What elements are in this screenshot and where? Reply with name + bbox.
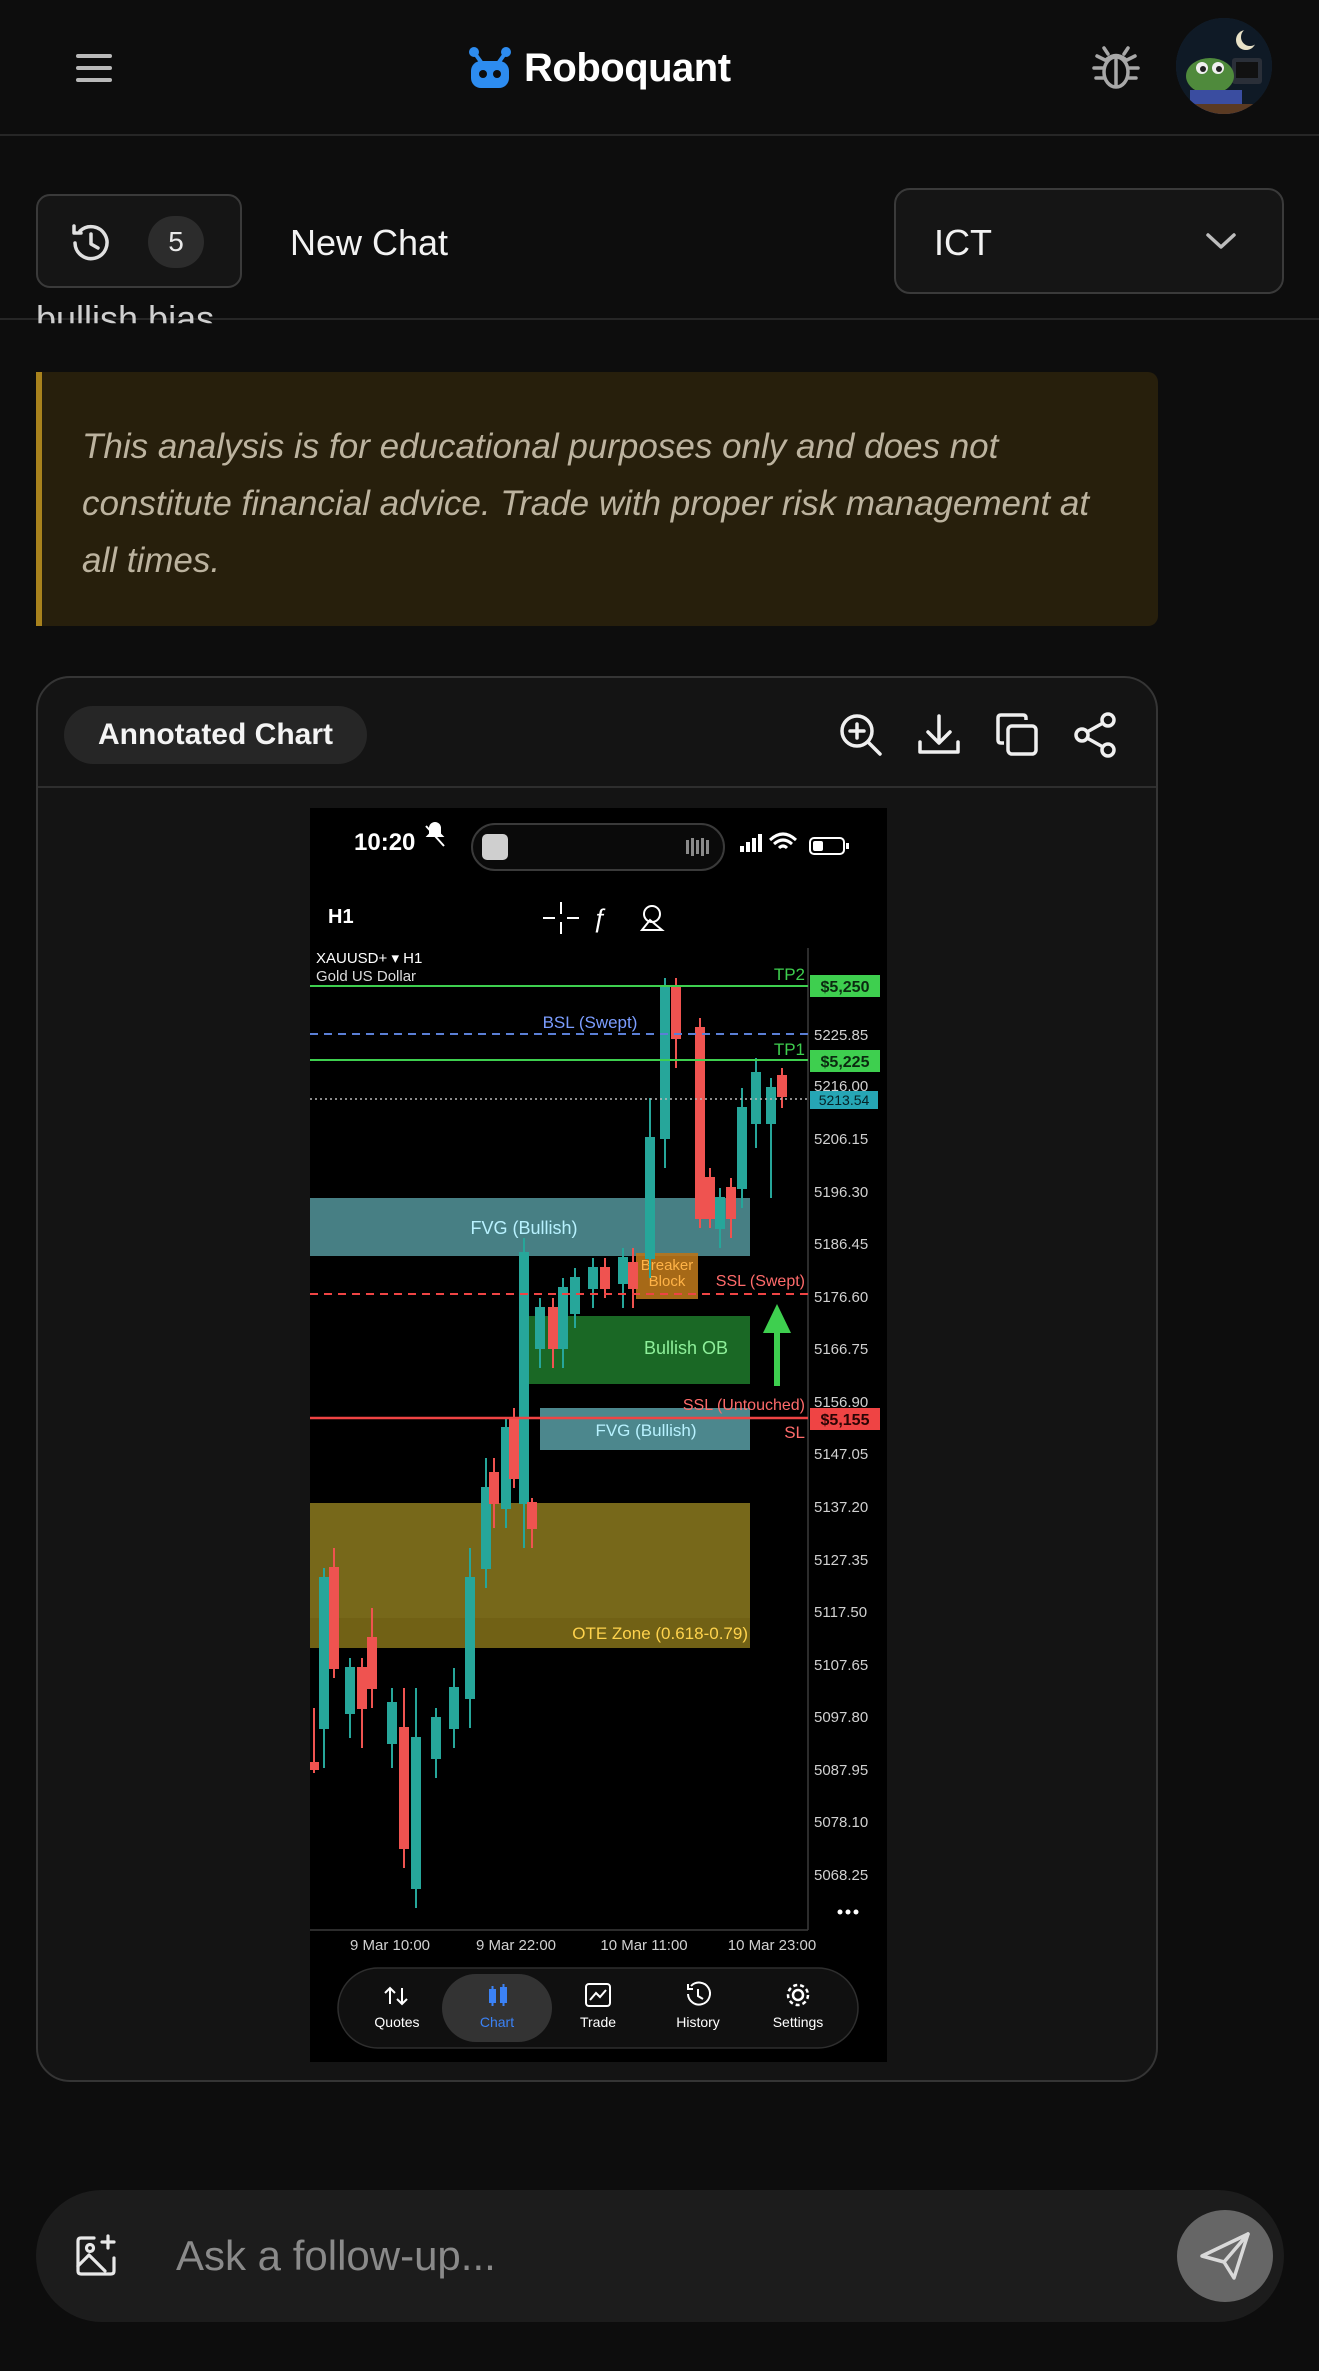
send-button[interactable]: [1176, 2200, 1274, 2312]
bottom-nav: [337, 1967, 859, 2049]
svg-text:$5,250: $5,250: [821, 979, 870, 996]
card-header: Annotated Chart: [38, 678, 1156, 788]
bullish-ob-label: Bullish OB: [644, 1338, 728, 1358]
nav-history: History: [676, 2014, 720, 2030]
share-icon[interactable]: [1070, 710, 1120, 760]
time-axis: 9 Mar 10:00 9 Mar 22:00 10 Mar 11:00 10 …: [350, 1937, 816, 1954]
svg-text:5068.25: 5068.25: [814, 1867, 868, 1884]
annotated-chart-image[interactable]: 10:20 H1 ƒ XAUUSD+ ▾ H1 Gold US Dollar O: [310, 808, 887, 2062]
message-text-clipped: bullish bias.: [36, 298, 225, 339]
bug-icon[interactable]: [1088, 40, 1144, 96]
svg-text:5078.10: 5078.10: [814, 1814, 868, 1831]
svg-text:10 Mar 11:00: 10 Mar 11:00: [600, 1937, 687, 1954]
bullish-arrow-icon: [763, 1304, 791, 1386]
sl-label: SL: [784, 1423, 805, 1442]
svg-text:9 Mar 10:00: 9 Mar 10:00: [350, 1937, 430, 1954]
ssl-untouched-label: SSL (Untouched): [683, 1397, 805, 1414]
app-header: Roboquant: [0, 0, 1319, 136]
tp2-label: TP2: [774, 965, 805, 984]
nav-active-pill: [442, 1974, 552, 2042]
svg-text:5213.54: 5213.54: [819, 1092, 870, 1108]
brand-name: Roboquant: [524, 45, 731, 90]
svg-text:9 Mar 22:00: 9 Mar 22:00: [476, 1937, 556, 1954]
svg-text:5206.15: 5206.15: [814, 1131, 868, 1148]
symbol-label: XAUUSD+ ▾ H1: [316, 950, 422, 967]
nav-chart: Chart: [480, 2014, 514, 2030]
user-avatar[interactable]: [1176, 18, 1272, 114]
chat-title: New Chat: [290, 222, 449, 263]
wifi-icon: [768, 832, 798, 850]
chevron-down-icon: [1206, 233, 1236, 249]
nav-trade: Trade: [580, 2014, 616, 2030]
svg-text:5137.20: 5137.20: [814, 1499, 868, 1516]
tp1-label: TP1: [774, 1040, 805, 1059]
svg-text:5196.30: 5196.30: [814, 1184, 868, 1201]
bell-off-icon: [425, 822, 445, 847]
card-title: Annotated Chart: [64, 706, 367, 764]
add-image-icon[interactable]: [72, 2232, 120, 2280]
symbol-name: Gold US Dollar: [316, 968, 416, 985]
ote-zone-label: OTE Zone (0.618-0.79): [572, 1624, 748, 1643]
chat-header: 5 New Chat ICT: [0, 136, 1319, 320]
svg-text:5087.95: 5087.95: [814, 1762, 868, 1779]
more-icon: [837, 1909, 859, 1915]
svg-text:5186.45: 5186.45: [814, 1236, 868, 1253]
indicator-icon: ƒ: [592, 903, 606, 933]
svg-text:$5,155: $5,155: [821, 1412, 870, 1429]
svg-text:10 Mar 23:00: 10 Mar 23:00: [728, 1937, 816, 1954]
copy-icon[interactable]: [992, 710, 1042, 760]
svg-text:5107.65: 5107.65: [814, 1657, 868, 1674]
robot-logo-icon: [469, 47, 511, 88]
nav-settings: Settings: [773, 2014, 824, 2030]
history-icon: [72, 224, 109, 261]
fvg-zone-bottom-label: FVG (Bullish): [595, 1421, 696, 1440]
nav-quotes: Quotes: [374, 2014, 419, 2030]
objects-icon: [639, 905, 665, 931]
signal-icon: [740, 834, 762, 852]
fvg-zone-top-label: FVG (Bullish): [470, 1218, 577, 1238]
brand[interactable]: Roboquant: [466, 36, 731, 100]
download-icon[interactable]: [914, 710, 964, 760]
chat-history-button[interactable]: 5: [36, 194, 242, 288]
menu-icon[interactable]: [72, 48, 120, 88]
zoom-in-icon[interactable]: [836, 710, 886, 760]
disclaimer-text: This analysis is for educational purpose…: [82, 427, 1090, 580]
history-count-badge: 5: [148, 216, 204, 268]
strategy-select[interactable]: ICT: [894, 188, 1284, 294]
follow-up-input[interactable]: Ask a follow-up...: [176, 2232, 496, 2280]
annotated-chart-card: Annotated Chart 10:20 H1 ƒ XAUUSD+ ▾ H1 …: [36, 676, 1158, 2082]
svg-text:5127.35: 5127.35: [814, 1552, 868, 1569]
timeframe-label: H1: [328, 906, 354, 928]
svg-text:$5,225: $5,225: [821, 1054, 870, 1071]
composer: Ask a follow-up...: [36, 2190, 1284, 2322]
crosshair-icon: [543, 902, 579, 934]
price-axis: 5225.85 5216.00 5206.15 5196.30 5186.45 …: [814, 1027, 868, 1884]
svg-text:5147.05: 5147.05: [814, 1446, 868, 1463]
disclaimer-callout: This analysis is for educational purpose…: [36, 372, 1158, 626]
svg-text:5097.80: 5097.80: [814, 1709, 868, 1726]
strategy-select-value: ICT: [934, 222, 992, 263]
svg-text:5176.60: 5176.60: [814, 1289, 868, 1306]
ssl-swept-label: SSL (Swept): [716, 1273, 805, 1290]
bsl-label: BSL (Swept): [543, 1013, 638, 1032]
svg-text:5166.75: 5166.75: [814, 1341, 868, 1358]
svg-text:5117.50: 5117.50: [814, 1604, 867, 1621]
status-time: 10:20: [354, 829, 415, 856]
svg-text:5225.85: 5225.85: [814, 1027, 868, 1044]
